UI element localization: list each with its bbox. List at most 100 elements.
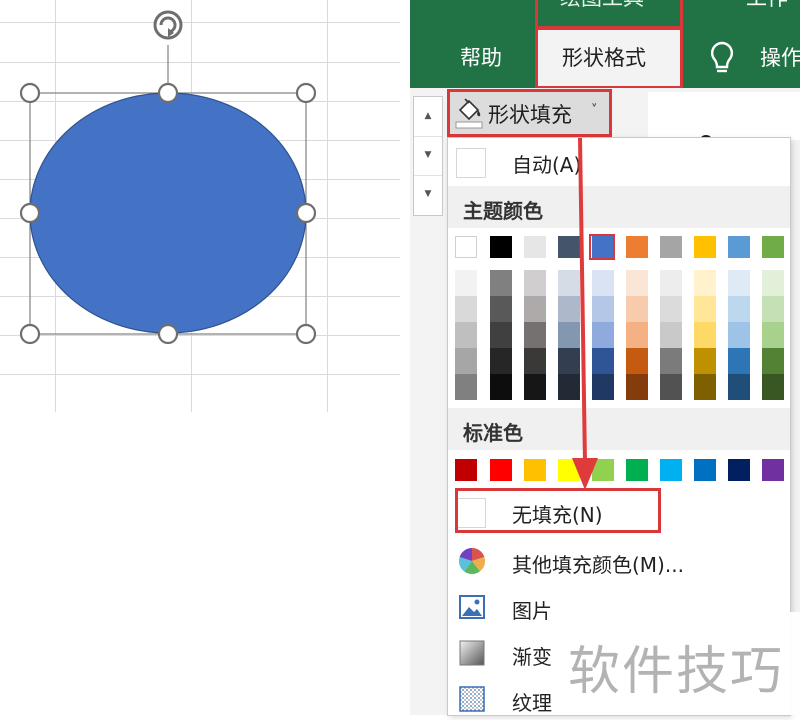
theme-shade-swatch[interactable] [762,270,784,296]
theme-color-swatch[interactable] [490,236,512,258]
theme-shade-swatch[interactable] [524,374,546,400]
theme-shade-swatch[interactable] [592,322,614,348]
theme-colors-heading-text: 主题颜色 [463,199,543,223]
standard-color-swatch[interactable] [694,459,716,481]
theme-shade-swatch[interactable] [455,374,477,400]
tab-help[interactable]: 帮助 [460,42,502,72]
resize-handle-bottom[interactable] [157,323,179,345]
standard-color-swatch[interactable] [728,459,750,481]
theme-shade-swatch[interactable] [762,374,784,400]
theme-shade-swatch[interactable] [728,296,750,322]
blue-ellipse[interactable] [29,92,307,334]
theme-color-swatch[interactable] [626,236,648,258]
theme-shade-swatch[interactable] [694,374,716,400]
theme-color-swatch[interactable] [558,236,580,258]
gallery-scroll-up-button[interactable]: ▲ [414,97,442,137]
rotate-handle-icon[interactable] [153,10,183,40]
theme-shade-swatch[interactable] [660,296,682,322]
resize-handle-left[interactable] [19,202,41,224]
standard-color-swatch[interactable] [626,459,648,481]
theme-shade-swatch[interactable] [524,270,546,296]
standard-color-swatch[interactable] [524,459,546,481]
theme-color-swatch[interactable] [762,236,784,258]
menu-item-more-fill-colors[interactable]: 其他填充颜色(M)... [448,540,790,582]
theme-shade-swatch[interactable] [592,348,614,374]
theme-shade-swatch[interactable] [558,296,580,322]
texture-label: 纹理 [512,691,552,715]
theme-color-swatch[interactable] [524,236,546,258]
theme-shade-swatch[interactable] [455,270,477,296]
resize-handle-bottom-right[interactable] [295,323,317,345]
theme-shade-swatch[interactable] [558,322,580,348]
theme-shade-swatch[interactable] [490,270,512,296]
resize-handle-right[interactable] [295,202,317,224]
theme-shade-swatch[interactable] [490,374,512,400]
theme-shade-swatch[interactable] [728,270,750,296]
standard-color-swatch[interactable] [455,459,477,481]
standard-color-swatch[interactable] [558,459,580,481]
theme-color-swatch[interactable] [694,236,716,258]
theme-shade-swatch[interactable] [660,348,682,374]
theme-shade-swatch[interactable] [626,322,648,348]
worksheet-blank-area [0,412,410,715]
tab-tell-me-partial[interactable]: 操作 [760,42,800,72]
theme-shade-swatch[interactable] [455,348,477,374]
tab-work-partial[interactable]: 工作 [746,0,788,12]
theme-shade-swatch[interactable] [660,374,682,400]
theme-shade-swatch[interactable] [660,322,682,348]
theme-shade-swatch[interactable] [490,348,512,374]
standard-color-swatch[interactable] [490,459,512,481]
theme-shade-swatch[interactable] [592,374,614,400]
theme-shade-swatch[interactable] [626,348,648,374]
menu-item-automatic[interactable]: 自动(A) [448,140,790,182]
automatic-swatch [456,148,486,178]
theme-shade-swatch[interactable] [592,270,614,296]
gallery-more-button[interactable]: ▼ [414,175,442,214]
theme-color-swatch[interactable] [728,236,750,258]
theme-shade-swatch[interactable] [592,296,614,322]
theme-shade-swatch[interactable] [490,296,512,322]
theme-shade-swatch[interactable] [455,296,477,322]
theme-shade-swatch[interactable] [694,296,716,322]
theme-color-swatch[interactable] [455,236,477,258]
theme-shade-swatch[interactable] [728,374,750,400]
theme-shade-swatch[interactable] [762,322,784,348]
theme-shade-swatch[interactable] [660,270,682,296]
theme-shade-swatch[interactable] [558,348,580,374]
gallery-scroll-down-button[interactable]: ▼ [414,136,442,176]
resize-handle-top-right[interactable] [295,82,317,104]
theme-shade-swatch[interactable] [558,270,580,296]
resize-handle-bottom-left[interactable] [19,323,41,345]
theme-color-swatch[interactable] [660,236,682,258]
theme-shade-swatch[interactable] [694,270,716,296]
watermark: 软件技巧 [568,612,800,715]
theme-shade-swatch[interactable] [524,348,546,374]
theme-shade-swatch[interactable] [694,322,716,348]
watermark-text: 软件技巧 [568,642,785,702]
theme-shade-swatch[interactable] [728,322,750,348]
theme-shade-swatch[interactable] [728,348,750,374]
theme-shade-swatch[interactable] [626,374,648,400]
theme-shade-swatch[interactable] [524,296,546,322]
theme-shade-swatch[interactable] [626,270,648,296]
resize-handle-top-left[interactable] [19,82,41,104]
standard-colors-heading-text: 标准色 [463,421,523,445]
resize-handle-top[interactable] [157,82,179,104]
standard-color-swatch[interactable] [660,459,682,481]
theme-shade-swatch[interactable] [490,322,512,348]
standard-color-swatch[interactable] [762,459,784,481]
theme-shade-swatch[interactable] [762,296,784,322]
shape-format-highlight [535,26,683,89]
standard-color-swatch[interactable] [592,459,614,481]
theme-shade-swatch[interactable] [558,374,580,400]
selected-ellipse-shape[interactable] [0,0,410,412]
theme-shade-swatch[interactable] [762,348,784,374]
theme-shade-swatch[interactable] [524,322,546,348]
theme-shade-swatch[interactable] [694,348,716,374]
no-fill-highlight [455,488,661,533]
lightbulb-icon[interactable] [705,40,739,76]
theme-shade-swatch[interactable] [626,296,648,322]
more-fill-colors-label: 其他填充颜色(M)... [512,553,684,577]
gallery-scroll-buttons: ▲ ▼ ▼ [413,96,443,216]
theme-shade-swatch[interactable] [455,322,477,348]
